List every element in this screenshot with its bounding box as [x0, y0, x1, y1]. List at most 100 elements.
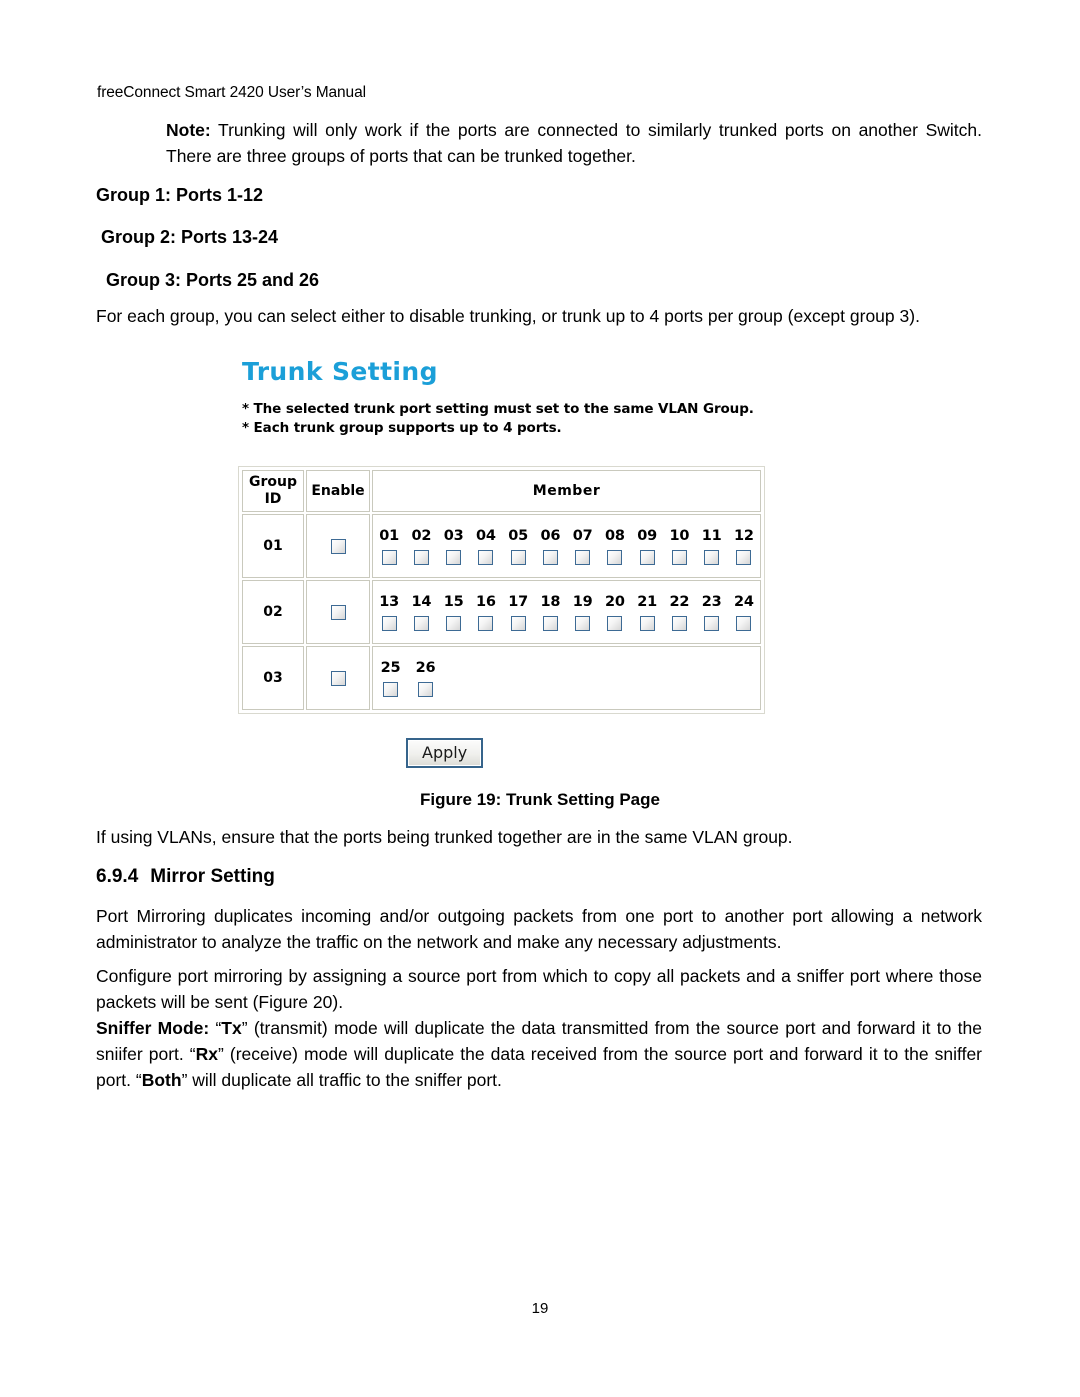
trunk-setting-notes: * The selected trunk port setting must s…	[242, 400, 858, 438]
port-number: 20	[604, 594, 625, 610]
table-header-row: Group ID Enable Member	[242, 470, 761, 512]
paragraph-configure: Configure port mirroring by assigning a …	[96, 966, 982, 1012]
port-checkbox-04[interactable]	[478, 550, 494, 565]
port-item: 01	[373, 527, 405, 565]
port-checkbox-06[interactable]	[542, 550, 558, 565]
paragraph-for-each-group: For each group, you can select either to…	[96, 306, 920, 326]
port-checkbox-26[interactable]	[418, 682, 433, 697]
port-number: 09	[637, 528, 658, 544]
enable-checkbox-group-01[interactable]	[330, 538, 346, 554]
note-label: Note:	[166, 120, 211, 140]
port-item: 14	[405, 593, 437, 631]
port-item: 04	[470, 527, 502, 565]
port-number: 16	[475, 594, 496, 610]
port-number: 19	[572, 594, 593, 610]
port-item: 19	[567, 593, 599, 631]
port-number: 21	[637, 594, 658, 610]
member-cell: 01 02 03 04 05 06 07 08 09 10 11 12	[372, 514, 761, 578]
port-checkbox-15[interactable]	[446, 616, 462, 631]
table-row: 02 13 14 15 16 17 18 19 20 21 22 23 24	[242, 580, 761, 644]
note-text: Trunking will only work if the ports are…	[166, 120, 982, 166]
port-checkbox-11[interactable]	[704, 550, 720, 565]
port-number: 05	[508, 528, 529, 544]
port-checkbox-02[interactable]	[413, 550, 429, 565]
running-header: freeConnect Smart 2420 User’s Manual	[97, 84, 366, 101]
port-item: 13	[373, 593, 405, 631]
trunk-note-line-1: * The selected trunk port setting must s…	[242, 401, 754, 417]
port-grid-group-03: 25 26	[373, 659, 760, 697]
sniffer-mode-tx: Tx	[221, 1018, 242, 1038]
port-number: 17	[508, 594, 529, 610]
manual-page: freeConnect Smart 2420 User’s Manual Not…	[0, 0, 1080, 1397]
port-number: 02	[411, 528, 432, 544]
port-grid-group-01: 01 02 03 04 05 06 07 08 09 10 11 12	[373, 527, 760, 565]
port-item: 18	[534, 593, 566, 631]
port-checkbox-09[interactable]	[639, 550, 655, 565]
sniffer-mode-rx: Rx	[195, 1044, 219, 1064]
port-checkbox-14[interactable]	[413, 616, 429, 631]
port-checkbox-23[interactable]	[704, 616, 720, 631]
group-heading-1: Group 1: Ports 1-12	[96, 185, 264, 205]
port-item: 05	[502, 527, 534, 565]
port-item: 10	[663, 527, 695, 565]
port-checkbox-01[interactable]	[381, 550, 397, 565]
port-checkbox-13[interactable]	[381, 616, 397, 631]
enable-cell	[306, 514, 370, 578]
port-item: 11	[696, 527, 728, 565]
port-item: 12	[728, 527, 760, 565]
port-item: 03	[438, 527, 470, 565]
group-id-cell: 03	[242, 646, 304, 710]
port-item: 21	[631, 593, 663, 631]
port-checkbox-25[interactable]	[383, 682, 398, 697]
paragraph-mirror-intro: Port Mirroring duplicates incoming and/o…	[96, 906, 982, 952]
port-checkbox-17[interactable]	[510, 616, 526, 631]
port-item: 26	[408, 659, 443, 697]
port-item: 20	[599, 593, 631, 631]
figure-trunk-setting: Trunk Setting * The selected trunk port …	[238, 357, 858, 768]
member-cell: 25 26	[372, 646, 761, 710]
port-number: 03	[443, 528, 464, 544]
port-number: 24	[733, 594, 754, 610]
port-checkbox-03[interactable]	[446, 550, 462, 565]
section-title: Mirror Setting	[150, 866, 275, 887]
port-item: 08	[599, 527, 631, 565]
enable-checkbox-group-03[interactable]	[330, 670, 346, 686]
section-number: 6.9.4	[96, 866, 139, 887]
port-checkbox-16[interactable]	[478, 616, 494, 631]
port-grid-group-02: 13 14 15 16 17 18 19 20 21 22 23 24	[373, 593, 760, 631]
port-item: 16	[470, 593, 502, 631]
column-header-group-line1: Group	[248, 474, 297, 490]
enable-checkbox-group-02[interactable]	[330, 604, 346, 620]
port-checkbox-20[interactable]	[607, 616, 623, 631]
port-checkbox-24[interactable]	[736, 616, 752, 631]
paragraph-vlan-note: If using VLANs, ensure that the ports be…	[96, 827, 793, 847]
port-checkbox-05[interactable]	[510, 550, 526, 565]
port-number: 18	[540, 594, 561, 610]
port-number: 26	[415, 660, 436, 676]
port-checkbox-19[interactable]	[575, 616, 591, 631]
trunk-table-body: 01 01 02 03 04 05 06 07 08 09 10 11 12 0…	[242, 514, 761, 710]
port-number: 15	[443, 594, 464, 610]
port-checkbox-21[interactable]	[639, 616, 655, 631]
port-item: 25	[373, 659, 408, 697]
port-checkbox-10[interactable]	[671, 550, 687, 565]
trunk-note-line-2: * Each trunk group supports up to 4 port…	[242, 420, 562, 436]
trunk-table-container: Group ID Enable Member 01 01 02 03 04 05…	[238, 466, 765, 714]
port-checkbox-18[interactable]	[542, 616, 558, 631]
column-header-enable: Enable	[306, 470, 370, 512]
port-number: 04	[475, 528, 496, 544]
sniffer-part-4: ” will duplicate all traffic to the snif…	[181, 1070, 502, 1090]
apply-button-row: Apply	[406, 738, 858, 768]
port-checkbox-22[interactable]	[671, 616, 687, 631]
port-number: 14	[411, 594, 432, 610]
port-checkbox-12[interactable]	[736, 550, 752, 565]
port-checkbox-08[interactable]	[607, 550, 623, 565]
sniffer-mode-both: Both	[141, 1070, 182, 1090]
port-item: 17	[502, 593, 534, 631]
sniffer-mode-label: Sniffer Mode:	[96, 1018, 210, 1038]
apply-button[interactable]: Apply	[406, 738, 484, 768]
port-number: 22	[669, 594, 690, 610]
table-row: 01 01 02 03 04 05 06 07 08 09 10 11 12	[242, 514, 761, 578]
port-checkbox-07[interactable]	[575, 550, 591, 565]
figure-caption: Figure 19: Trunk Setting Page	[420, 790, 660, 809]
